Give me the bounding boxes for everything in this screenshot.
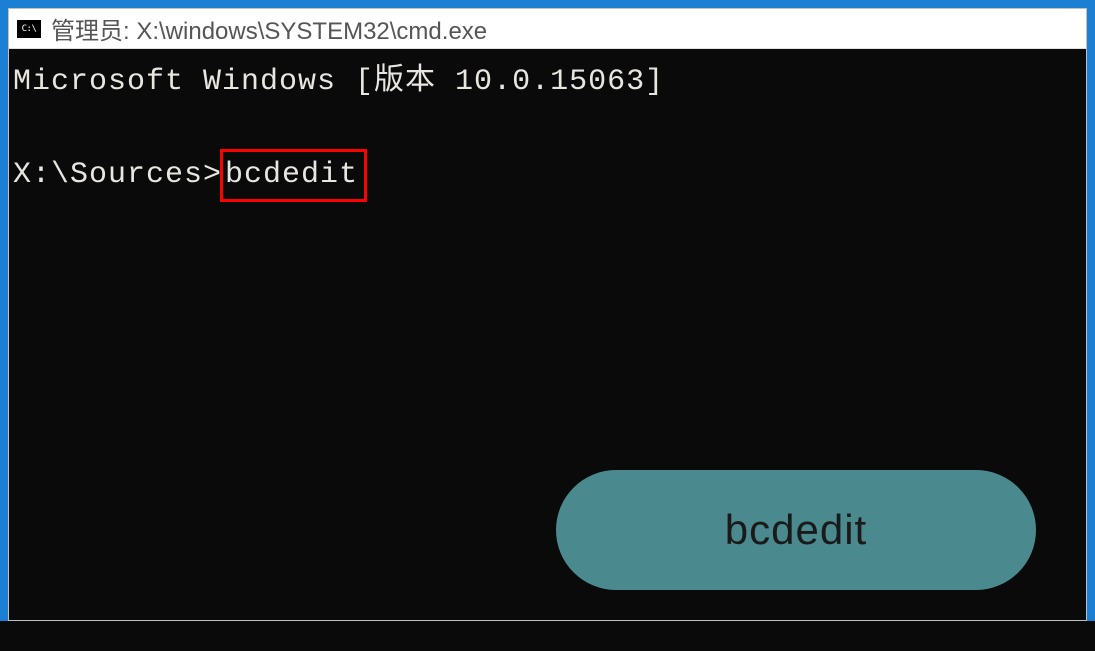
console-output[interactable]: Microsoft Windows [版本 10.0.15063] X:\Sou… xyxy=(9,49,1086,620)
command-text: bcdedit xyxy=(225,158,358,192)
window-title: 管理员: X:\windows\SYSTEM32\cmd.exe xyxy=(51,11,487,46)
bottom-border xyxy=(0,621,1095,651)
command-highlight: bcdedit xyxy=(220,149,367,203)
desktop-background: C:\ 管理员: X:\windows\SYSTEM32\cmd.exe Mic… xyxy=(0,0,1095,621)
cmd-window: C:\ 管理员: X:\windows\SYSTEM32\cmd.exe Mic… xyxy=(8,8,1087,621)
version-text: Microsoft Windows [版本 10.0.15063] xyxy=(13,61,1082,105)
title-bar[interactable]: C:\ 管理员: X:\windows\SYSTEM32\cmd.exe xyxy=(9,9,1086,49)
prompt-text: X:\Sources> xyxy=(13,154,222,198)
annotation-callout: bcdedit xyxy=(556,470,1036,590)
cmd-icon: C:\ xyxy=(17,20,41,38)
annotation-label: bcdedit xyxy=(725,500,867,561)
prompt-line: X:\Sources>bcdedit xyxy=(13,149,1082,203)
